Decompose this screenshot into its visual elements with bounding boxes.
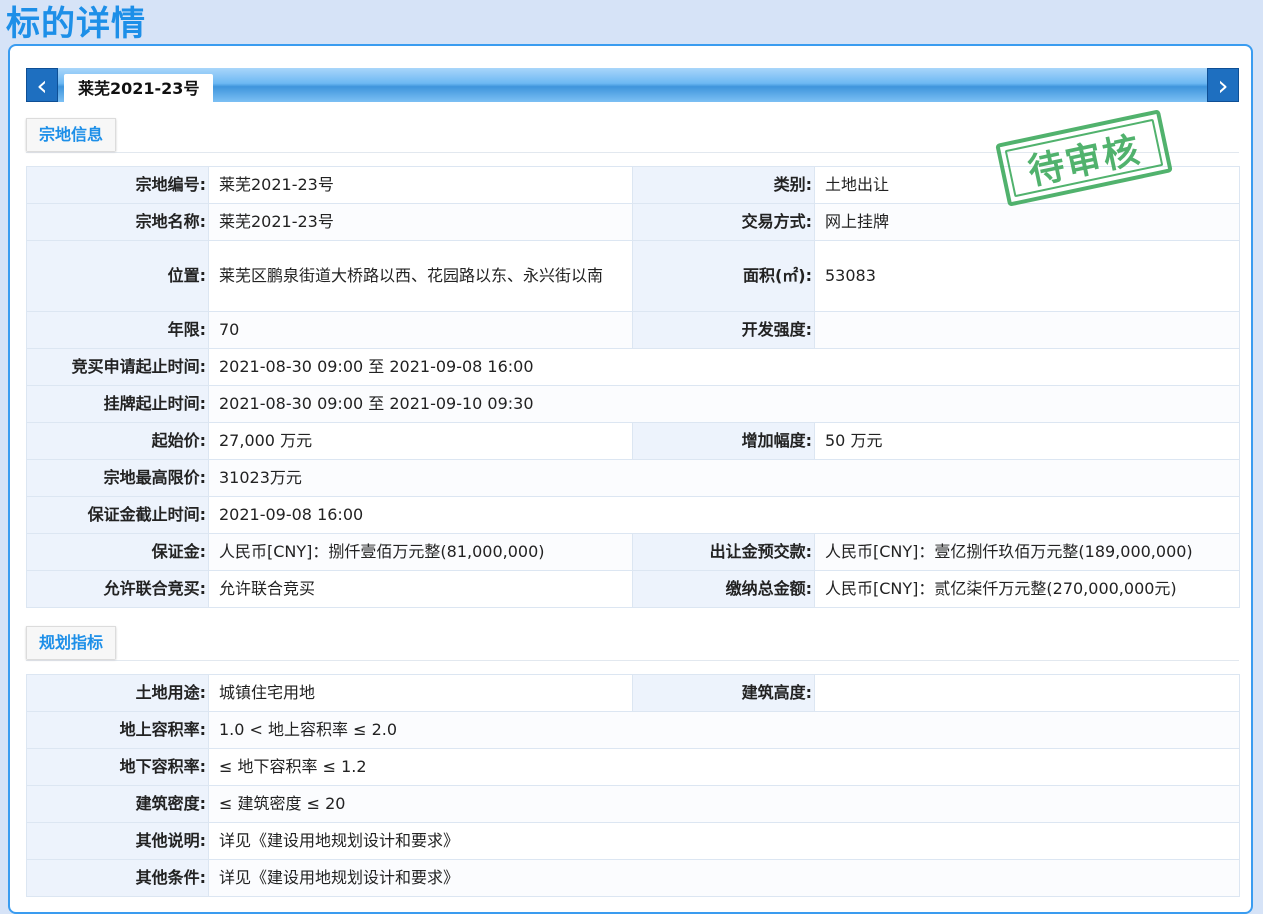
building-height-value	[814, 674, 1240, 712]
chevron-right-icon[interactable]: ›	[1207, 68, 1239, 102]
lot-name-label: 宗地名称:	[26, 203, 209, 241]
prepay-label: 出让金预交款:	[632, 533, 815, 571]
land-use-label: 土地用途:	[26, 674, 209, 712]
location-label: 位置:	[26, 240, 209, 312]
section-planning: 规划指标	[26, 626, 1239, 661]
table-row: 土地用途: 城镇住宅用地 建筑高度:	[26, 674, 1240, 712]
table-row: 位置: 莱芜区鹏泉街道大桥路以西、花园路以东、永兴街以南 面积(㎡): 5308…	[26, 240, 1240, 312]
intensity-label: 开发强度:	[632, 311, 815, 349]
land-use-value: 城镇住宅用地	[208, 674, 633, 712]
start-price-value: 27,000 万元	[208, 422, 633, 460]
table-row: 允许联合竞买: 允许联合竞买 缴纳总金额: 人民币[CNY]：贰亿柒仟万元整(2…	[26, 570, 1240, 608]
deposit-deadline-value: 2021-09-08 16:00	[208, 496, 1240, 534]
table-row: 其他条件: 详见《建设用地规划设计和要求》	[26, 859, 1240, 897]
chevron-left-icon[interactable]: ‹	[26, 68, 58, 102]
location-value: 莱芜区鹏泉街道大桥路以西、花园路以东、永兴街以南	[208, 240, 633, 312]
lot-code-value: 莱芜2021-23号	[208, 166, 633, 204]
max-price-value: 31023万元	[208, 459, 1240, 497]
area-value: 53083	[814, 240, 1240, 312]
total-amount-label: 缴纳总金额:	[632, 570, 815, 608]
table-row: 其他说明: 详见《建设用地规划设计和要求》	[26, 822, 1240, 860]
table-row: 起始价: 27,000 万元 增加幅度: 50 万元	[26, 422, 1240, 460]
other-desc-label: 其他说明:	[26, 822, 209, 860]
table-row: 宗地名称: 莱芜2021-23号 交易方式: 网上挂牌	[26, 203, 1240, 241]
apply-time-value: 2021-08-30 09:00 至 2021-09-08 16:00	[208, 348, 1240, 386]
trade-mode-label: 交易方式:	[632, 203, 815, 241]
table-row: 建筑密度: ≤ 建筑密度 ≤ 20	[26, 785, 1240, 823]
term-label: 年限:	[26, 311, 209, 349]
density-label: 建筑密度:	[26, 785, 209, 823]
lot-code-label: 宗地编号:	[26, 166, 209, 204]
tab-lot[interactable]: 莱芜2021-23号	[64, 74, 214, 102]
section-land-info-label: 宗地信息	[26, 118, 117, 151]
lot-name-value: 莱芜2021-23号	[208, 203, 633, 241]
deposit-deadline-label: 保证金截止时间:	[26, 496, 209, 534]
table-row: 地上容积率: 1.0 < 地上容积率 ≤ 2.0	[26, 711, 1240, 749]
table-row: 宗地最高限价: 31023万元	[26, 459, 1240, 497]
prepay-value: 人民币[CNY]：壹亿捌仟玖佰万元整(189,000,000)	[814, 533, 1240, 571]
other-cond-value: 详见《建设用地规划设计和要求》	[208, 859, 1240, 897]
start-price-label: 起始价:	[26, 422, 209, 460]
listing-time-value: 2021-08-30 09:00 至 2021-09-10 09:30	[208, 385, 1240, 423]
detail-panel: ‹ 莱芜2021-23号 › 宗地信息 宗地编号: 莱芜2021-23号 类别:…	[8, 44, 1253, 914]
table-row: 挂牌起止时间: 2021-08-30 09:00 至 2021-09-10 09…	[26, 385, 1240, 423]
listing-time-label: 挂牌起止时间:	[26, 385, 209, 423]
other-cond-label: 其他条件:	[26, 859, 209, 897]
section-planning-label: 规划指标	[26, 626, 117, 659]
page-title: 标的详情	[6, 4, 146, 44]
joint-bid-value: 允许联合竞买	[208, 570, 633, 608]
table-row: 竞买申请起止时间: 2021-08-30 09:00 至 2021-09-08 …	[26, 348, 1240, 386]
building-height-label: 建筑高度:	[632, 674, 815, 712]
trade-mode-value: 网上挂牌	[814, 203, 1240, 241]
joint-bid-label: 允许联合竞买:	[26, 570, 209, 608]
term-value: 70	[208, 311, 633, 349]
far-below-label: 地下容积率:	[26, 748, 209, 786]
increment-value: 50 万元	[814, 422, 1240, 460]
table-row: 保证金截止时间: 2021-09-08 16:00	[26, 496, 1240, 534]
apply-time-label: 竞买申请起止时间:	[26, 348, 209, 386]
area-label: 面积(㎡):	[632, 240, 815, 312]
increment-label: 增加幅度:	[632, 422, 815, 460]
far-above-label: 地上容积率:	[26, 711, 209, 749]
intensity-value	[814, 311, 1240, 349]
table-row: 地下容积率: ≤ 地下容积率 ≤ 1.2	[26, 748, 1240, 786]
tab-bar: ‹ 莱芜2021-23号 ›	[26, 68, 1239, 102]
deposit-label: 保证金:	[26, 533, 209, 571]
table-row: 年限: 70 开发强度:	[26, 311, 1240, 349]
planning-table: 土地用途: 城镇住宅用地 建筑高度: 地上容积率: 1.0 < 地上容积率 ≤ …	[26, 674, 1240, 897]
table-row: 保证金: 人民币[CNY]：捌仟壹佰万元整(81,000,000) 出让金预交款…	[26, 533, 1240, 571]
far-above-value: 1.0 < 地上容积率 ≤ 2.0	[208, 711, 1240, 749]
total-amount-value: 人民币[CNY]：贰亿柒仟万元整(270,000,000元)	[814, 570, 1240, 608]
far-below-value: ≤ 地下容积率 ≤ 1.2	[208, 748, 1240, 786]
max-price-label: 宗地最高限价:	[26, 459, 209, 497]
category-label: 类别:	[632, 166, 815, 204]
deposit-value: 人民币[CNY]：捌仟壹佰万元整(81,000,000)	[208, 533, 633, 571]
density-value: ≤ 建筑密度 ≤ 20	[208, 785, 1240, 823]
land-info-table: 宗地编号: 莱芜2021-23号 类别: 土地出让 宗地名称: 莱芜2021-2…	[26, 166, 1240, 608]
other-desc-value: 详见《建设用地规划设计和要求》	[208, 822, 1240, 860]
